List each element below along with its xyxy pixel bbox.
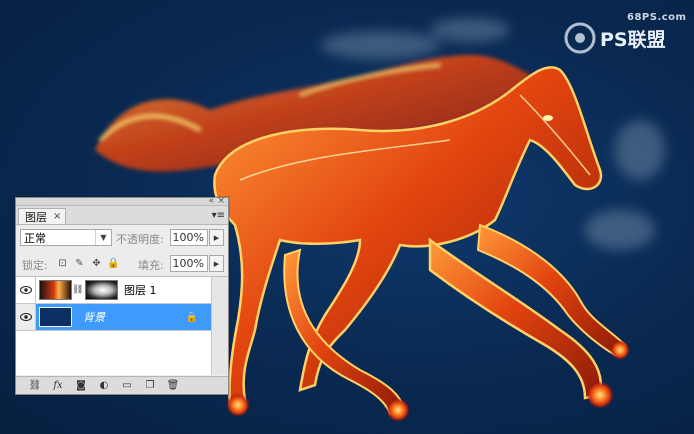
lock-transparent-icon[interactable]: ⊡ bbox=[57, 258, 68, 269]
lock-label: 锁定: bbox=[22, 259, 48, 272]
svg-text:PS联盟: PS联盟 bbox=[600, 29, 666, 51]
panel-menu-icon[interactable]: ▾≡ bbox=[212, 210, 225, 221]
fill-label: 填充: bbox=[138, 259, 164, 272]
panel-bottom-toolbar: ⛓ fx ◙ ◐ ▭ ❐ 🗑 bbox=[16, 376, 228, 394]
panel-titlebar[interactable]: « × bbox=[16, 196, 228, 206]
tab-layers-label: 图层 bbox=[25, 210, 47, 224]
lock-all-icon[interactable]: 🔒 bbox=[107, 258, 119, 269]
layers-list: ⛓ 图层 1 背景 🔒 bbox=[16, 276, 228, 375]
chevron-down-icon: ▼ bbox=[95, 230, 111, 245]
lock-image-icon[interactable]: ✎ bbox=[74, 258, 85, 269]
collapse-panel-button[interactable]: « bbox=[208, 196, 214, 206]
layer-thumbnail bbox=[39, 280, 72, 300]
panel-tabbar: 图层 × ▾≡ bbox=[16, 206, 228, 225]
tab-close-icon[interactable]: × bbox=[53, 211, 61, 222]
scrollbar[interactable] bbox=[211, 277, 228, 375]
layer-row-1[interactable]: ⛓ 图层 1 bbox=[16, 277, 212, 304]
trash-icon[interactable]: 🗑 bbox=[166, 380, 180, 392]
opacity-input[interactable]: 100% bbox=[170, 229, 208, 246]
layer-name: 图层 1 bbox=[124, 284, 157, 297]
visibility-eye-icon[interactable] bbox=[16, 277, 36, 303]
fill-slider-button[interactable]: ▶ bbox=[209, 255, 224, 272]
blend-mode-select[interactable]: 正常 ▼ bbox=[20, 229, 112, 246]
blend-mode-value: 正常 bbox=[24, 231, 46, 245]
opacity-label: 不透明度: bbox=[116, 233, 164, 246]
new-layer-icon[interactable]: ❐ bbox=[143, 380, 157, 392]
lock-icon: 🔒 bbox=[185, 311, 198, 323]
watermark-site: 68PS.com bbox=[627, 12, 687, 23]
fx-icon[interactable]: fx bbox=[51, 380, 65, 392]
lock-icons: ⊡ ✎ ✥ 🔒 bbox=[57, 258, 119, 269]
opacity-slider-button[interactable]: ▶ bbox=[209, 229, 224, 246]
layer-mask-thumbnail[interactable] bbox=[85, 280, 118, 300]
group-folder-icon[interactable]: ▭ bbox=[120, 380, 134, 392]
fill-input[interactable]: 100% bbox=[170, 255, 208, 272]
lock-position-icon[interactable]: ✥ bbox=[91, 258, 102, 269]
layer-name: 背景 bbox=[83, 311, 105, 324]
close-panel-button[interactable]: × bbox=[217, 196, 225, 206]
mask-link-icon[interactable]: ⛓ bbox=[72, 285, 83, 295]
link-layers-icon[interactable]: ⛓ bbox=[28, 380, 42, 392]
tab-layers[interactable]: 图层 × bbox=[18, 208, 67, 224]
layer-thumbnail bbox=[39, 307, 72, 327]
adjustment-layer-icon[interactable]: ◐ bbox=[97, 380, 111, 392]
add-mask-icon[interactable]: ◙ bbox=[74, 380, 88, 392]
layer-row-background[interactable]: 背景 🔒 bbox=[16, 304, 212, 331]
layers-panel: « × 图层 × ▾≡ 正常 ▼ 不透明度: 100% ▶ 锁定: ⊡ ✎ ✥ … bbox=[15, 196, 229, 395]
visibility-eye-icon[interactable] bbox=[16, 304, 36, 330]
